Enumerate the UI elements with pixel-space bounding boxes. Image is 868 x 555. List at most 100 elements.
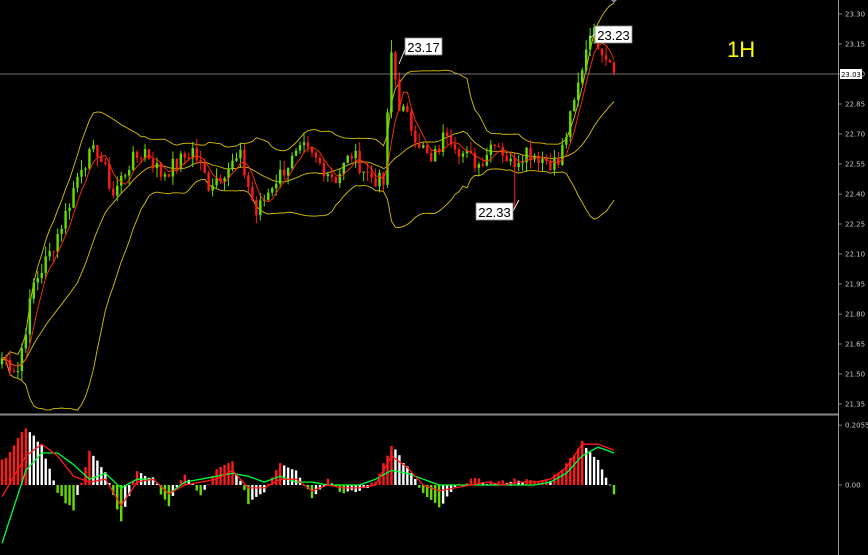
histogram-bar <box>386 455 389 485</box>
candle-body <box>386 112 389 185</box>
histogram-bar <box>573 455 576 485</box>
candle-body <box>461 153 465 157</box>
candle-body <box>457 149 461 157</box>
candle-body <box>96 145 99 157</box>
candle-body <box>167 174 171 177</box>
candle-body <box>429 152 433 162</box>
candle-body <box>497 145 500 148</box>
candle-body <box>378 172 381 187</box>
histogram-bar <box>557 473 560 485</box>
candle-body <box>100 156 103 163</box>
candle-body <box>608 59 612 63</box>
price-tick-label: 21.80 <box>845 311 865 319</box>
candle-body <box>116 185 119 196</box>
high-callout-2: 23.23 <box>589 25 633 44</box>
candle-body <box>135 151 139 158</box>
candle-body <box>286 168 290 176</box>
histogram-bar <box>167 485 171 507</box>
price-tick-label: 23.30 <box>845 11 865 19</box>
histogram-bar <box>342 485 345 494</box>
histogram-bar <box>251 485 254 500</box>
candle-body <box>370 172 373 178</box>
histogram-bar <box>604 477 608 485</box>
candle-body <box>12 370 16 372</box>
price-tick-label: 23.15 <box>845 41 865 49</box>
candle-body <box>573 100 576 112</box>
candle-body <box>235 158 238 161</box>
candle-body <box>24 334 28 349</box>
histogram-bar <box>195 485 198 491</box>
histogram-bar <box>56 485 59 493</box>
candle-body <box>294 150 298 156</box>
candle-body <box>195 148 198 161</box>
price-tick-label: 22.40 <box>845 191 865 199</box>
price-tick-label: 21.50 <box>845 371 865 379</box>
candle-body <box>104 162 107 164</box>
candle-body <box>290 155 294 169</box>
candle-body <box>322 163 326 177</box>
candle-body <box>84 168 87 170</box>
histogram-bar <box>513 478 516 485</box>
candle-body <box>477 164 481 168</box>
candle-body <box>453 144 457 150</box>
candle-body <box>282 169 286 176</box>
candle-body <box>330 174 334 178</box>
histogram-bar <box>596 459 600 485</box>
histogram-bar <box>370 482 373 485</box>
candle-body <box>509 158 512 162</box>
histogram-bar <box>68 485 71 506</box>
candle-body <box>139 157 143 159</box>
candle-body <box>445 132 449 136</box>
candle-body <box>127 169 131 176</box>
histogram-bar <box>199 485 202 496</box>
histogram-bar <box>437 485 441 508</box>
candle-body <box>20 348 24 372</box>
candle-body <box>517 163 520 168</box>
candle-body <box>366 171 369 173</box>
histogram-bar <box>64 485 67 504</box>
candle-body <box>402 106 405 111</box>
histogram-bar <box>394 449 397 485</box>
histogram-bar <box>44 458 47 485</box>
histogram-bar <box>243 485 246 491</box>
candle-body <box>362 171 365 173</box>
histogram-bar <box>278 463 282 485</box>
histogram-bar <box>123 485 127 507</box>
candle-body <box>418 142 421 148</box>
histogram-bar <box>16 438 20 485</box>
histogram-bar <box>215 469 218 485</box>
histogram-bar <box>561 469 564 485</box>
candle-body <box>147 149 151 160</box>
candle-body <box>175 158 179 169</box>
candle-body <box>163 174 167 177</box>
candle-body <box>275 183 278 189</box>
candle-body <box>203 162 206 173</box>
histogram-bar <box>4 457 8 485</box>
candle-body <box>52 251 55 253</box>
low-callout-1: 22.33 <box>475 199 520 221</box>
histogram-bar <box>259 485 262 495</box>
candle-body <box>32 282 35 299</box>
histogram-bar <box>207 484 210 486</box>
histogram-bar <box>263 485 266 493</box>
candle-body <box>604 55 608 60</box>
candle-body <box>223 178 226 181</box>
histogram-bar <box>60 485 63 497</box>
price-tick-label: 21.65 <box>845 341 865 349</box>
trading-chart[interactable]: 23.3023.1523.0022.8522.7022.5522.4022.25… <box>0 0 868 555</box>
candle-body <box>338 173 341 184</box>
candle-body <box>346 155 349 163</box>
histogram-bar <box>100 467 103 485</box>
histogram-bar <box>592 456 596 485</box>
candle-body <box>390 52 393 113</box>
histogram-bar <box>441 485 445 504</box>
candle-body <box>374 177 377 187</box>
candle-body <box>565 136 568 145</box>
candle-body <box>231 160 234 169</box>
candle-body <box>64 210 67 229</box>
candle-body <box>306 142 310 148</box>
chart-background <box>0 0 868 555</box>
histogram-bar <box>52 480 55 485</box>
candle-body <box>513 158 516 168</box>
candle-body <box>414 130 417 143</box>
